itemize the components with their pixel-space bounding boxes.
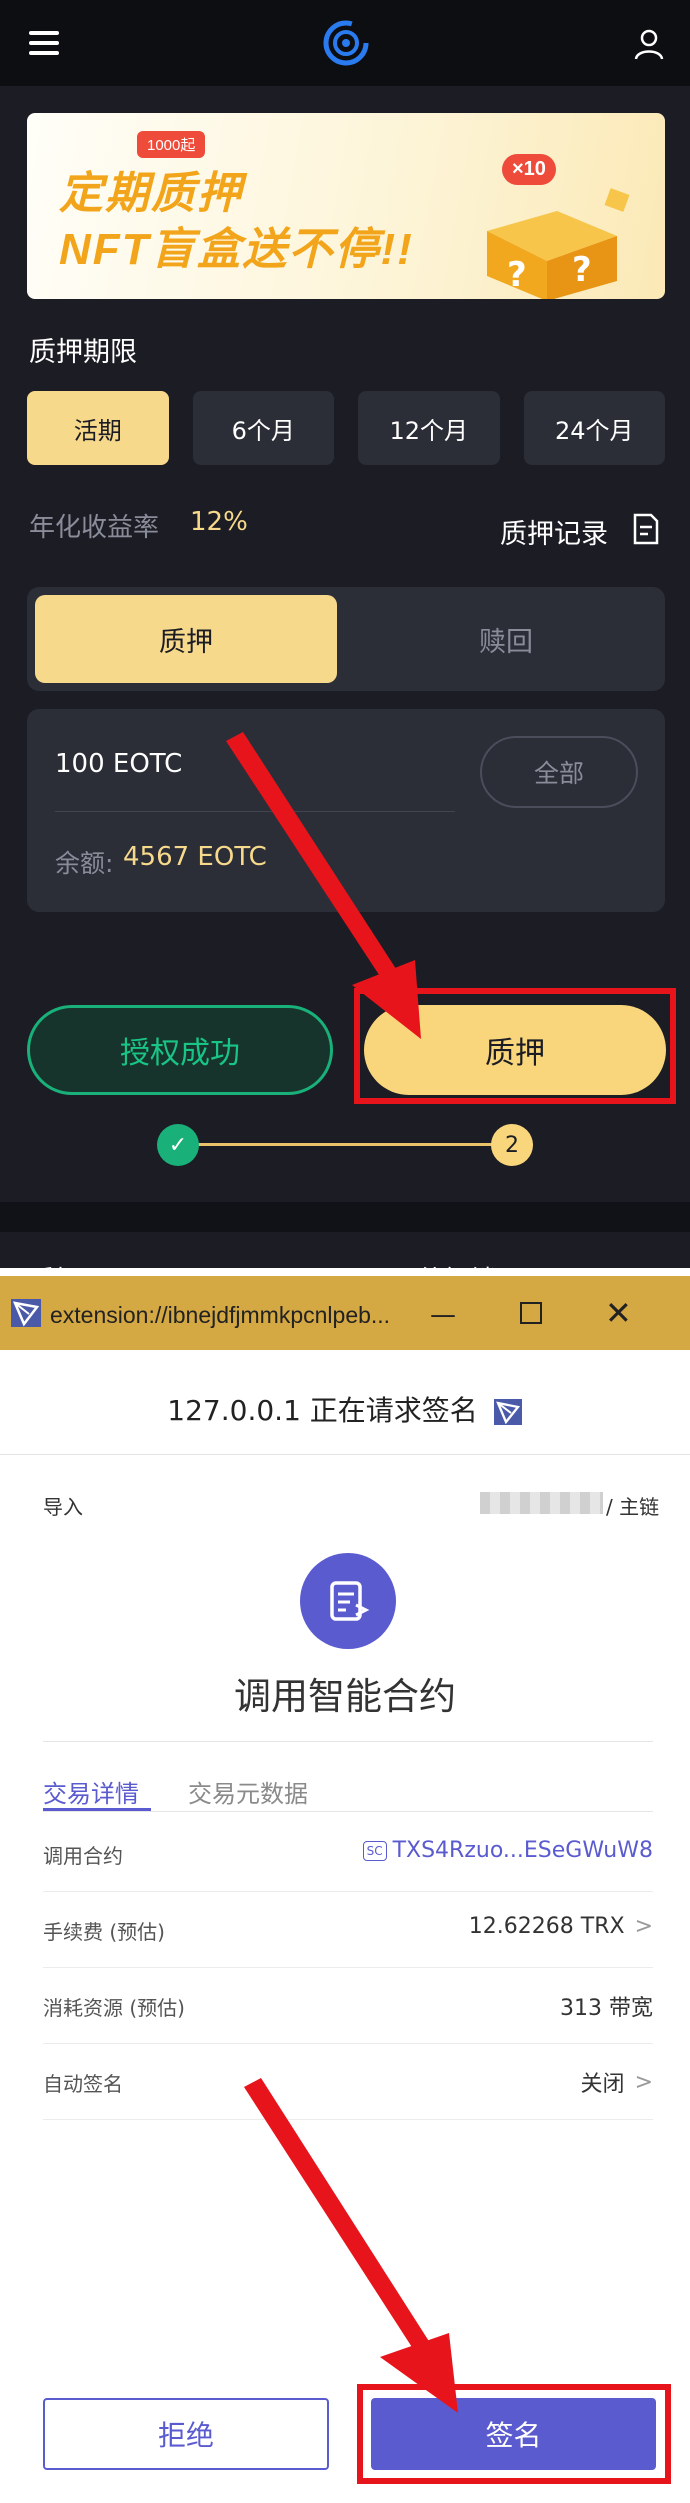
svg-text:?: ? (572, 250, 592, 290)
chain-label: / 主链 (606, 1495, 660, 1519)
minimize-icon[interactable]: — (430, 1300, 456, 1330)
top-navigation-bar (0, 0, 690, 86)
stake-records-link[interactable]: 质押记录 (500, 512, 608, 551)
header-divider (0, 1454, 690, 1455)
contract-address: TXS4Rzuo...ESeGWuW8 (392, 1838, 653, 1863)
window-title: extension://ibnejdfjmmkpcnlpeb... (50, 1302, 391, 1328)
row-label: 调用合约 (43, 1844, 123, 1868)
staking-app: 1000起 定期质押 NFT盲盒送不停!! ×10 ? ? 质押期限 活期 6个… (0, 0, 690, 1268)
annual-rate-label: 年化收益率 (29, 513, 160, 543)
row-auto-sign[interactable]: 自动签名 关闭 > (43, 2044, 653, 2120)
chevron-right-icon: > (634, 1914, 653, 1939)
period-option-24m[interactable]: 24个月 (523, 391, 665, 465)
tab-stake[interactable]: 质押 (35, 595, 337, 683)
wallet-sign-popup: extension://ibnejdfjmmkpcnlpeb... — ✕ 12… (0, 1276, 690, 2503)
reject-button[interactable]: 拒绝 (43, 2398, 329, 2470)
contract-title: 调用智能合约 (234, 1675, 456, 1718)
resource-value: 313 带宽 (560, 1996, 653, 2021)
content-divider (43, 1741, 653, 1742)
promo-banner[interactable]: 1000起 定期质押 NFT盲盒送不停!! ×10 ? ? (27, 113, 665, 299)
row-label: 自动签名 (43, 2072, 123, 2096)
balance-label: 余额: (55, 849, 114, 878)
chevron-right-icon: > (634, 2069, 653, 2095)
row-value: 关闭 > (581, 2066, 653, 2098)
tronlink-icon (493, 1399, 522, 1425)
wallet-extension-icon (11, 1299, 41, 1327)
tab-transaction-details[interactable]: 交易详情 (43, 1774, 139, 1809)
records-header (0, 1232, 690, 1268)
step-progress-line (178, 1143, 512, 1146)
auto-sign-value: 关闭 (580, 2072, 625, 2097)
period-option-6m[interactable]: 6个月 (192, 391, 334, 465)
menu-icon[interactable] (29, 31, 59, 55)
amount-card: 100 EOTC 全部 余额: 4567 EOTC (27, 709, 665, 912)
amount-input[interactable]: 100 EOTC (55, 749, 182, 779)
records-column-staked: 质押 (29, 1260, 81, 1268)
request-title: 127.0.0.1 正在请求签名 (0, 1389, 690, 1429)
balance-value: 4567 EOTC (123, 842, 267, 872)
tab-redeem[interactable]: 赎回 (355, 595, 657, 683)
period-option-flexible[interactable]: 活期 (27, 391, 169, 465)
banner-tag: 1000起 (137, 131, 206, 158)
amount-underline (55, 811, 455, 812)
close-icon[interactable]: ✕ (605, 1294, 632, 1332)
sign-button-highlight (357, 2384, 671, 2484)
smart-contract-icon (300, 1553, 396, 1649)
row-value: 12.62268 TRX > (469, 1914, 653, 1939)
row-fee[interactable]: 手续费 (预估) 12.62268 TRX > (43, 1892, 653, 1968)
step-2-indicator: 2 (491, 1124, 533, 1166)
app-logo-icon (323, 20, 369, 66)
period-section-title: 质押期限 (29, 337, 137, 368)
period-option-12m[interactable]: 12个月 (358, 391, 500, 465)
stake-button-highlight (354, 988, 676, 1104)
records-column-pending: 待解锁 (418, 1260, 496, 1268)
row-called-contract: 调用合约 SC TXS4Rzuo...ESeGWuW8 (43, 1816, 653, 1892)
tab-divider (43, 1811, 653, 1812)
row-resource: 消耗资源 (预估) 313 带宽 (43, 1968, 653, 2044)
mystery-box-icon: ? ? (487, 188, 630, 299)
maximize-icon[interactable] (520, 1302, 542, 1324)
fee-value: 12.62268 TRX (468, 1914, 625, 1939)
smart-contract-badge: SC (362, 1840, 387, 1861)
stake-redeem-tabs: 质押 赎回 (27, 587, 665, 691)
tab-transaction-metadata[interactable]: 交易元数据 (188, 1774, 308, 1809)
row-label: 消耗资源 (预估) (43, 1996, 185, 2020)
contract-address-link[interactable]: SC TXS4Rzuo...ESeGWuW8 (362, 1838, 653, 1863)
window-titlebar: extension://ibnejdfjmmkpcnlpeb... — ✕ (0, 1276, 690, 1350)
step-1-complete-check-icon: ✓ (157, 1124, 199, 1166)
banner-subheadline: NFT盲盒送不停!! (59, 225, 414, 274)
period-selector: 活期 6个月 12个月 24个月 (27, 391, 665, 465)
user-icon[interactable] (634, 28, 664, 60)
annual-rate-value: 12% (190, 507, 248, 537)
document-icon[interactable] (632, 513, 660, 545)
blurred-account-name (480, 1492, 603, 1514)
import-label: 导入 (43, 1495, 83, 1519)
row-label: 手续费 (预估) (43, 1920, 165, 1944)
svg-text:?: ? (507, 255, 527, 295)
request-title-text: 127.0.0.1 正在请求签名 (167, 1394, 478, 1427)
authorized-button[interactable]: 授权成功 (27, 1005, 333, 1095)
banner-headline: 定期质押 (59, 169, 243, 218)
max-amount-button[interactable]: 全部 (480, 736, 638, 808)
